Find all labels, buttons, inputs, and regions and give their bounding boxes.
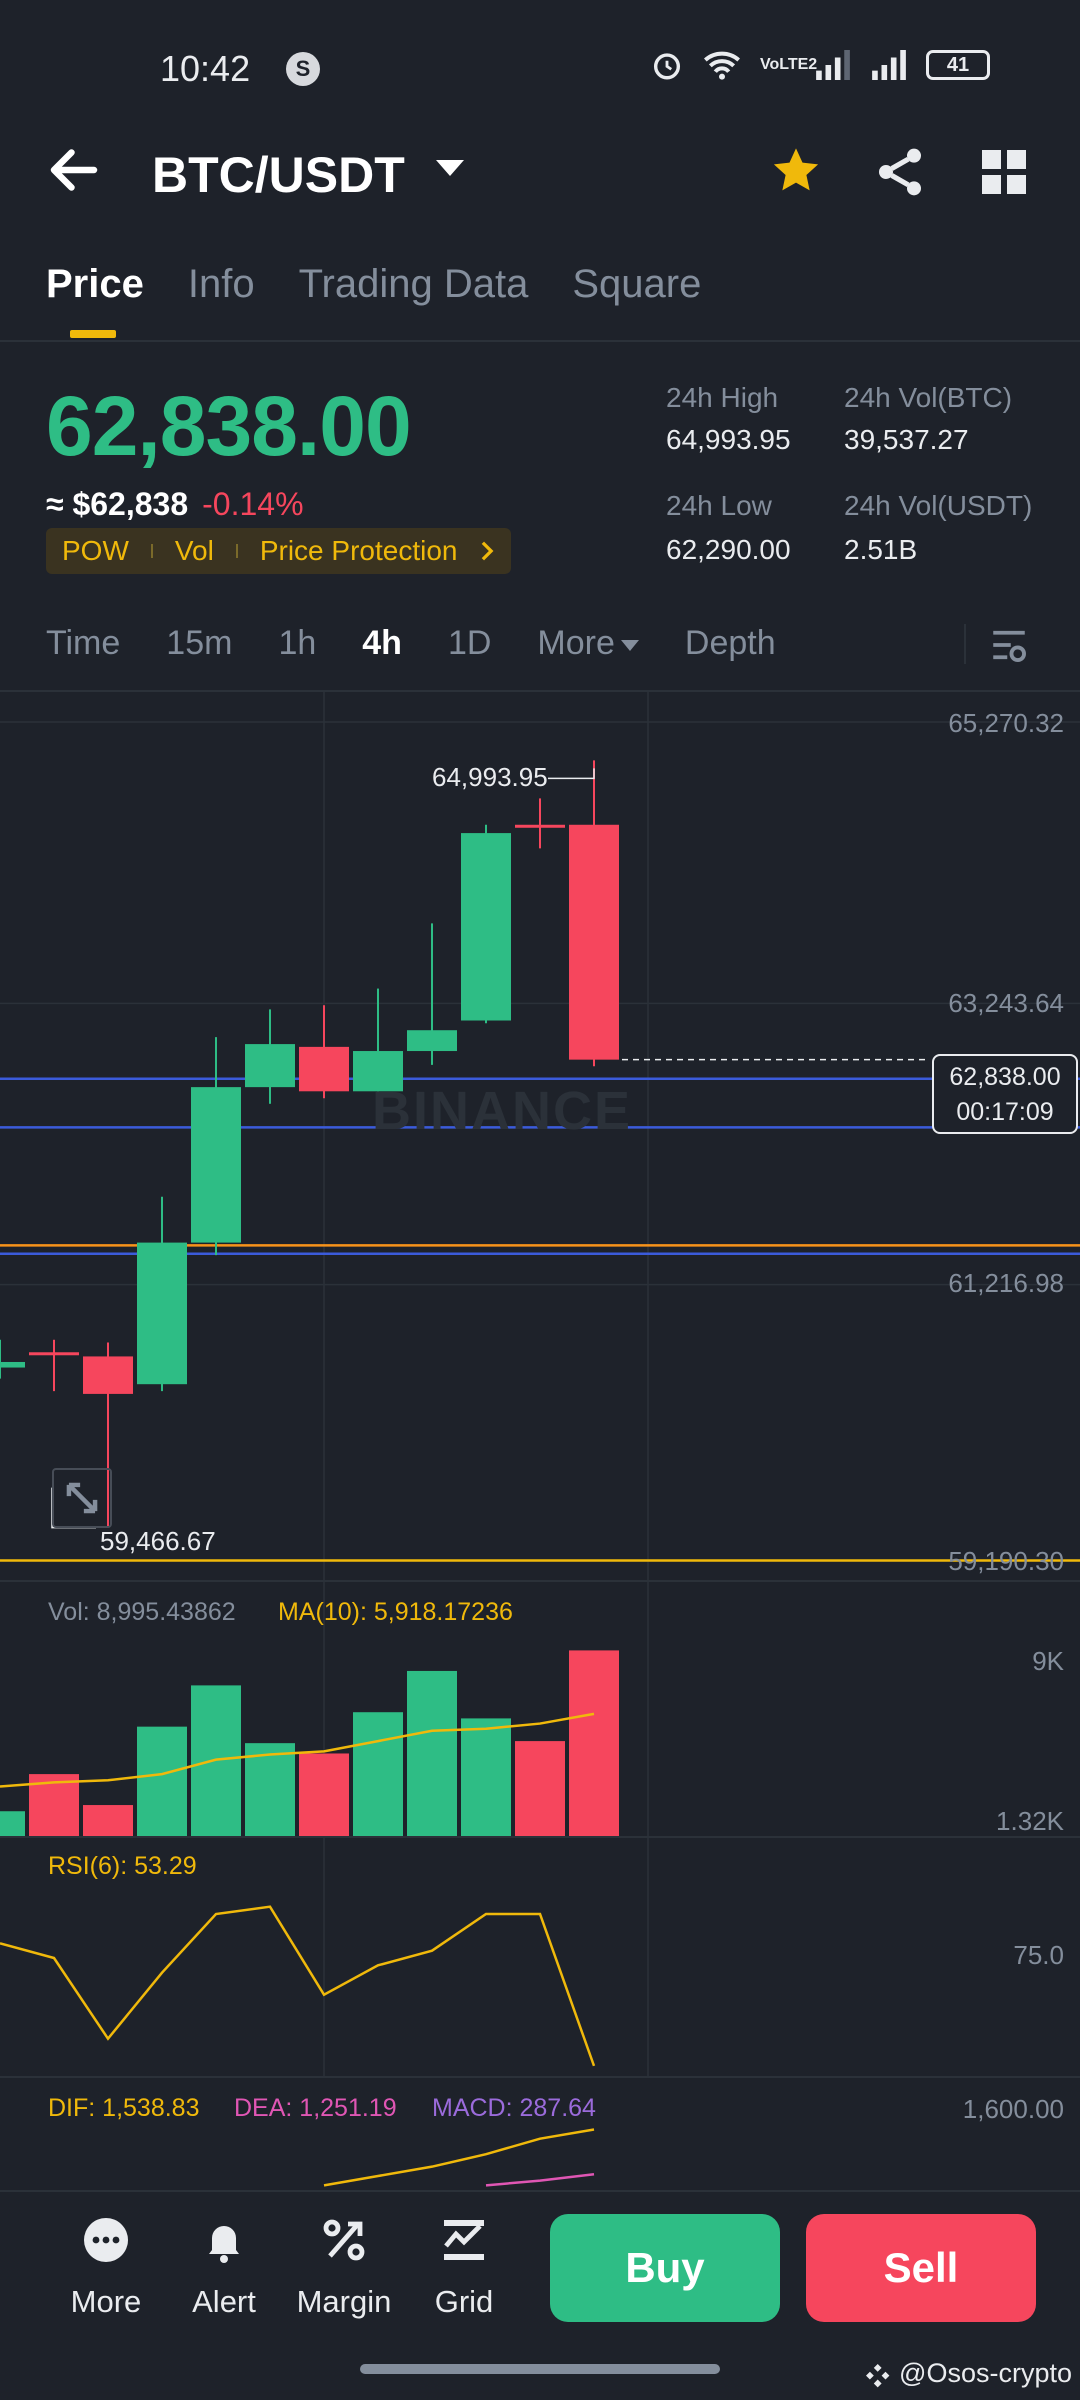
candle-body [245, 1044, 295, 1088]
volume-bar [353, 1712, 403, 1836]
macd-divider [0, 2076, 1080, 2078]
home-indicator[interactable] [360, 2364, 720, 2374]
dif-label: DIF: 1,538.83 [48, 2094, 200, 2122]
volume-bar [137, 1726, 187, 1836]
macd-dea-line [485, 2173, 595, 2187]
axis-label: 65,270.32 [948, 708, 1064, 738]
nav-more-label: More [70, 2284, 142, 2319]
volume-bar [569, 1650, 619, 1836]
macd-axis: 1,600.00 [962, 2094, 1064, 2124]
binance-watermark: BINANCE [372, 1081, 633, 1141]
candle-body [137, 1242, 187, 1385]
grid-trading-icon [444, 2220, 484, 2260]
current-price-value: 62,838.00 [949, 1063, 1061, 1091]
nav-alert-label: Alert [192, 2284, 256, 2319]
axis-label: 61,216.98 [948, 1268, 1064, 1298]
current-price-tag: 62,838.00 00:17:09 [932, 1054, 1078, 1134]
volume-label: Vol: 8,995.43862 [48, 1598, 236, 1626]
candle-body [0, 1361, 25, 1368]
high-marker-label: 64,993.95 [432, 762, 548, 792]
expand-chart-icon[interactable] [52, 1468, 112, 1528]
buy-button[interactable]: Buy [550, 2214, 780, 2322]
credit-watermark: @Osos-crypto [865, 2358, 1072, 2389]
candle-body [461, 833, 511, 1021]
nav-more[interactable]: More [46, 2216, 166, 2320]
sell-button[interactable]: Sell [806, 2214, 1036, 2322]
high-marker-line [548, 768, 595, 780]
candle-body [569, 824, 619, 1060]
axis-label: 63,243.64 [948, 988, 1064, 1018]
volume-bar [83, 1805, 133, 1836]
percent-icon [323, 2219, 365, 2261]
nav-margin[interactable]: Margin [284, 2216, 404, 2320]
candle-body [299, 1046, 349, 1092]
nav-alert[interactable]: Alert [164, 2216, 284, 2320]
candle-body [515, 824, 565, 828]
volume-bar [515, 1741, 565, 1836]
macd-dif-line [323, 2128, 595, 2187]
bell-icon [209, 2226, 239, 2263]
nav-grid[interactable]: Grid [404, 2216, 524, 2320]
macd-label: MACD: 287.64 [432, 2094, 596, 2122]
volume-bar [461, 1718, 511, 1836]
rsi-axis: 75.0 [1013, 1940, 1064, 1970]
volume-ma-label: MA(10): 5,918.17236 [278, 1598, 513, 1626]
rsi-divider [0, 1836, 1080, 1838]
volume-divider [0, 1580, 1080, 1582]
volume-bar [0, 1811, 25, 1836]
rsi-label: RSI(6): 53.29 [48, 1852, 197, 1880]
credit-text: @Osos-crypto [899, 2358, 1072, 2388]
nav-margin-label: Margin [296, 2284, 392, 2319]
more-dots-icon [84, 2218, 128, 2262]
candle-body [407, 1030, 457, 1052]
low-marker-label: 59,466.67 [100, 1526, 216, 1556]
volume-axis-bottom: 1.32K [996, 1806, 1064, 1836]
nav-grid-label: Grid [434, 2284, 494, 2319]
candle-countdown: 00:17:09 [956, 1098, 1054, 1126]
rsi-line [0, 1905, 596, 2067]
volume-bar [407, 1670, 457, 1836]
dea-label: DEA: 1,251.19 [234, 2094, 397, 2122]
binance-logo-icon [865, 2363, 889, 2388]
candle-body [191, 1087, 241, 1243]
volume-bar [299, 1753, 349, 1836]
candle-body [83, 1356, 133, 1394]
volume-axis-top: 9K [1032, 1646, 1064, 1676]
axis-label: 59,190.30 [948, 1546, 1064, 1576]
candle-body [29, 1352, 79, 1356]
